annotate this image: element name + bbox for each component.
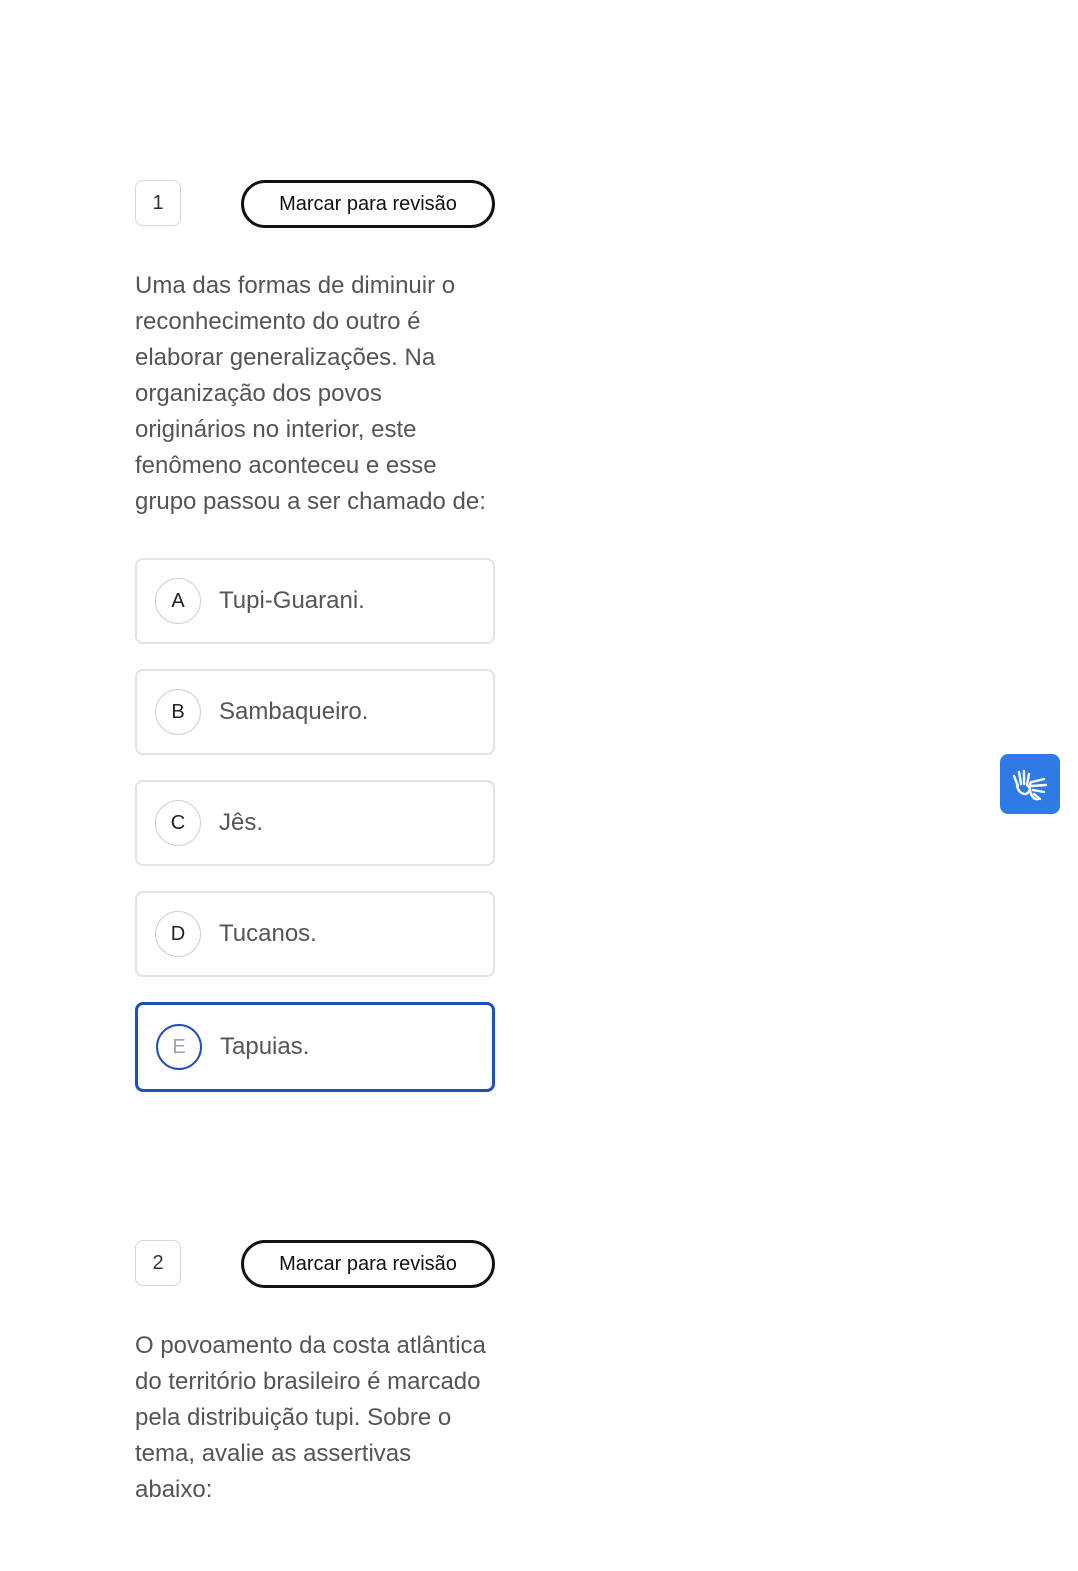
mark-for-review-button[interactable]: Marcar para revisão — [241, 180, 495, 228]
option-letter: D — [155, 911, 201, 957]
option-e-selected[interactable]: E Tapuias. — [135, 1002, 495, 1092]
question-2: 2 Marcar para revisão O povoamento da co… — [135, 1240, 495, 1508]
option-b[interactable]: B Sambaqueiro. — [135, 669, 495, 755]
question-number: 1 — [135, 180, 181, 226]
option-text: Jês. — [219, 809, 264, 836]
option-c[interactable]: C Jês. — [135, 780, 495, 866]
option-text: Tapuias. — [220, 1033, 310, 1060]
answer-options: A Tupi-Guarani. B Sambaqueiro. C Jês. D … — [135, 558, 495, 1092]
question-header: 2 Marcar para revisão — [135, 1240, 495, 1288]
option-a[interactable]: A Tupi-Guarani. — [135, 558, 495, 644]
question-text: O povoamento da costa atlântica do terri… — [135, 1332, 486, 1503]
option-letter: E — [156, 1024, 202, 1070]
option-text: Sambaqueiro. — [219, 698, 369, 725]
option-letter: C — [155, 800, 201, 846]
sign-language-hands-icon — [1012, 769, 1048, 801]
option-letter: B — [155, 689, 201, 735]
question-1: 1 Marcar para revisão Uma das formas de … — [135, 180, 495, 1117]
option-d[interactable]: D Tucanos. — [135, 891, 495, 977]
question-header: 1 Marcar para revisão — [135, 180, 495, 228]
question-text: Uma das formas de diminuir o reconhecime… — [135, 272, 486, 515]
question-number: 2 — [135, 1240, 181, 1286]
option-text: Tucanos. — [219, 920, 317, 947]
sign-language-button[interactable] — [1000, 754, 1060, 814]
option-text: Tupi-Guarani. — [219, 587, 365, 614]
option-letter: A — [155, 578, 201, 624]
mark-for-review-button[interactable]: Marcar para revisão — [241, 1240, 495, 1288]
